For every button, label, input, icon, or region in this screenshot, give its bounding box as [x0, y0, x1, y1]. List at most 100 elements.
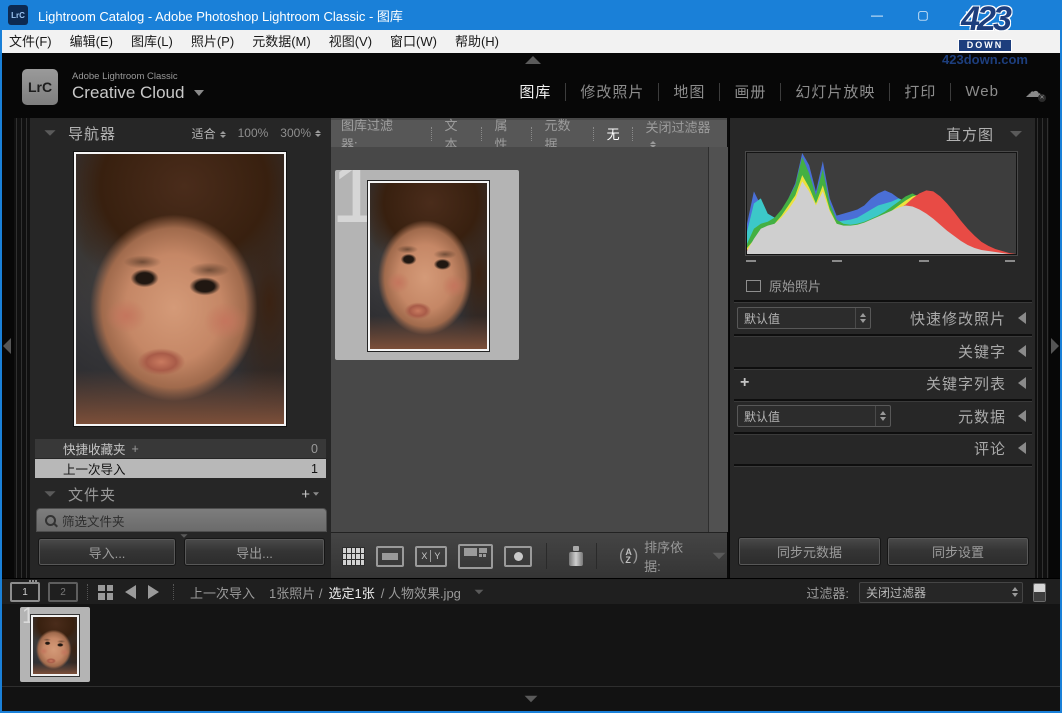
- cloud-sync-icon[interactable]: ☁✕: [1025, 82, 1042, 102]
- module-web[interactable]: Web: [951, 83, 1013, 100]
- original-photo-checkbox[interactable]: [746, 280, 761, 292]
- zoom-fit[interactable]: 适合: [192, 125, 226, 142]
- go-forward-icon[interactable]: [148, 585, 159, 599]
- grid-cell-selected[interactable]: 1: [335, 170, 519, 360]
- quick-develop-preset-select[interactable]: 默认值: [737, 307, 871, 329]
- filmstrip-cell-selected[interactable]: 1: [20, 607, 90, 682]
- grid-shortcut-icon[interactable]: [98, 585, 113, 600]
- second-window-icon[interactable]: 2: [48, 582, 78, 602]
- histogram-chart[interactable]: [746, 152, 1017, 255]
- window-border: [0, 30, 2, 713]
- identity-dropdown-icon[interactable]: [194, 90, 204, 96]
- filmstrip-filter-select[interactable]: 关闭过滤器: [859, 582, 1023, 603]
- filter-custom-preset[interactable]: 关闭过滤器: [634, 117, 727, 151]
- painter-spray-icon[interactable]: [569, 546, 580, 566]
- minimize-button[interactable]: —: [854, 0, 900, 30]
- metadata-preset-select[interactable]: 默认值: [737, 405, 891, 427]
- collection-quick[interactable]: 快捷收藏夹 + 0: [35, 439, 326, 458]
- sort-direction-icon[interactable]: ( AZ ): [619, 547, 638, 565]
- module-map[interactable]: 地图: [659, 81, 719, 102]
- title-bar[interactable]: LrC Lightroom Catalog - Adobe Photoshop …: [0, 0, 1062, 30]
- menu-window[interactable]: 窗口(W): [381, 30, 446, 53]
- survey-view-icon[interactable]: [458, 544, 493, 569]
- grid-view-icon[interactable]: [342, 547, 365, 566]
- menu-file[interactable]: 文件(F): [0, 30, 61, 53]
- comments-section[interactable]: 评论: [730, 435, 1036, 461]
- loupe-view-icon[interactable]: [376, 546, 404, 567]
- filter-none[interactable]: 无: [595, 124, 632, 143]
- keyword-list-collapse-icon[interactable]: [1018, 377, 1026, 389]
- metadata-collapse-icon[interactable]: [1018, 410, 1026, 422]
- zoom-300[interactable]: 300%: [280, 126, 321, 140]
- quick-develop-section[interactable]: 默认值 快速修改照片: [730, 304, 1036, 332]
- sort-by-label: 排序依据:: [644, 537, 689, 575]
- keyword-add-button[interactable]: +: [740, 374, 749, 392]
- filmstrip-source-dropdown-icon[interactable]: [475, 590, 484, 594]
- histogram-title: 直方图: [946, 124, 994, 145]
- left-panel-grip[interactable]: [14, 118, 30, 578]
- preset-value: 默认值: [738, 408, 875, 425]
- keyword-list-section[interactable]: + 关键字列表: [730, 370, 1036, 396]
- menu-view[interactable]: 视图(V): [320, 30, 381, 53]
- watermark-down: DOWN: [958, 39, 1013, 52]
- collapse-bottom-arrow-icon[interactable]: [525, 696, 538, 702]
- module-book[interactable]: 画册: [720, 81, 780, 102]
- collapse-top-arrow-icon[interactable]: [525, 56, 541, 64]
- right-edge: [1049, 118, 1060, 578]
- original-photo-row[interactable]: 原始照片: [746, 276, 821, 295]
- quick-collection-count: 0: [311, 442, 318, 456]
- center-content: 图库过滤器: 文本 属性 元数据 无 关闭过滤器 1 X: [331, 118, 727, 578]
- export-button[interactable]: 导出...: [184, 538, 325, 566]
- navigator-collapse-icon[interactable]: [44, 130, 55, 136]
- toolbar-separator: [596, 543, 597, 569]
- comments-collapse-icon[interactable]: [1018, 442, 1026, 454]
- grid-scrollbar[interactable]: [708, 147, 728, 532]
- sort-by-dropdown-icon[interactable]: [713, 553, 726, 559]
- menu-photo[interactable]: 照片(P): [182, 30, 243, 53]
- navigator-preview-image[interactable]: [74, 152, 286, 426]
- panel-divider: [734, 300, 1032, 303]
- compare-y-label: Y: [431, 551, 443, 561]
- sync-metadata-button[interactable]: 同步元数据: [738, 537, 881, 566]
- metadata-section[interactable]: 默认值 元数据: [730, 402, 1036, 430]
- menu-edit[interactable]: 编辑(E): [61, 30, 122, 53]
- menu-library[interactable]: 图库(L): [122, 30, 182, 53]
- folders-collapse-icon[interactable]: [44, 491, 55, 497]
- import-button[interactable]: 导入...: [38, 538, 176, 566]
- navigator-header[interactable]: 导航器 适合 100% 300%: [30, 118, 331, 148]
- histogram-collapse-icon[interactable]: [1010, 131, 1022, 137]
- keywording-collapse-icon[interactable]: [1018, 345, 1026, 357]
- zoom-100[interactable]: 100%: [238, 126, 269, 140]
- photo-thumbnail[interactable]: [368, 181, 489, 351]
- metadata-title: 元数据: [958, 406, 1006, 427]
- main-window-number: 1: [22, 587, 28, 598]
- quick-develop-collapse-icon[interactable]: [1018, 312, 1026, 324]
- right-panel-grip[interactable]: [1035, 118, 1049, 578]
- filmstrip[interactable]: 1: [2, 604, 1060, 686]
- main-window-icon[interactable]: 1: [10, 582, 40, 602]
- collapse-right-arrow-icon[interactable]: [1051, 338, 1059, 354]
- collapse-left-arrow-icon[interactable]: [3, 338, 11, 354]
- menu-metadata[interactable]: 元数据(M): [243, 30, 320, 53]
- collection-previous-import[interactable]: 上一次导入 1: [35, 459, 326, 478]
- module-library[interactable]: 图库: [505, 81, 565, 102]
- histogram-header[interactable]: 直方图: [730, 122, 1036, 146]
- filmstrip-source[interactable]: 上一次导入: [190, 583, 255, 602]
- histogram-info-ticks: [746, 260, 1015, 262]
- add-folder-button[interactable]: +: [301, 486, 321, 503]
- go-back-icon[interactable]: [125, 585, 136, 599]
- menu-help[interactable]: 帮助(H): [446, 30, 508, 53]
- people-view-icon[interactable]: [504, 546, 532, 567]
- compare-view-icon[interactable]: X Y: [415, 546, 446, 567]
- keywording-section[interactable]: 关键字: [730, 338, 1036, 364]
- filmstrip-selected: 选定1张: [328, 583, 374, 602]
- folders-header[interactable]: 文件夹 +: [30, 482, 331, 506]
- grid-view-area[interactable]: 1: [331, 147, 708, 532]
- folder-filter-input[interactable]: 筛选文件夹: [36, 508, 327, 532]
- module-print[interactable]: 打印: [890, 81, 950, 102]
- filter-toggle-switch[interactable]: [1033, 583, 1046, 602]
- filmstrip-thumbnail[interactable]: [31, 615, 79, 676]
- module-slideshow[interactable]: 幻灯片放映: [781, 81, 889, 102]
- module-develop[interactable]: 修改照片: [566, 81, 658, 102]
- sync-settings-button[interactable]: 同步设置: [887, 537, 1029, 566]
